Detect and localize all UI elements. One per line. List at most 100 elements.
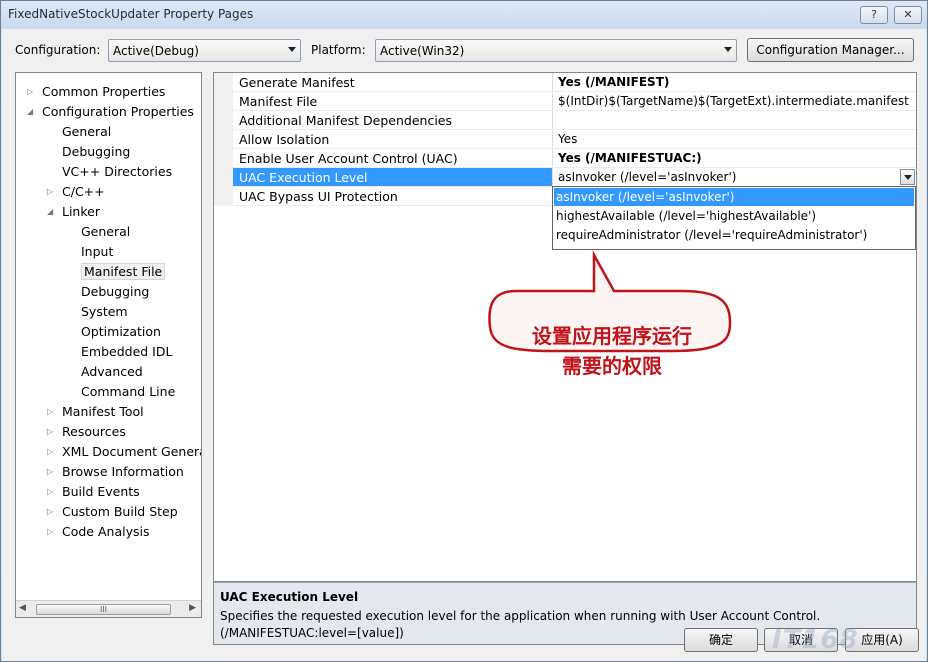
row-gutter <box>214 73 233 92</box>
collapsed-arrow-icon[interactable]: ▷ <box>47 522 53 541</box>
tree-item-label: Browse Information <box>62 464 184 479</box>
tree-item[interactable]: General <box>62 122 111 141</box>
tree-item[interactable]: ▷ Custom Build Step <box>47 502 178 521</box>
tree-item-label: Advanced <box>81 364 143 379</box>
property-row[interactable]: Generate Manifest Yes (/MANIFEST) <box>214 73 916 92</box>
collapsed-arrow-icon[interactable]: ▷ <box>47 462 53 481</box>
tree-item[interactable]: Input <box>81 242 113 261</box>
title-bar: FixedNativeStockUpdater Property Pages ?… <box>1 1 927 29</box>
column-divider <box>552 168 553 187</box>
close-button[interactable]: ✕ <box>894 6 922 24</box>
property-name: Allow Isolation <box>239 132 330 147</box>
tree-item-label: XML Document Generat <box>62 444 202 459</box>
column-divider <box>552 92 553 111</box>
scroll-thumb[interactable]: III <box>36 604 171 615</box>
property-row[interactable]: Allow Isolation Yes <box>214 130 916 149</box>
property-value[interactable]: $(IntDir)$(TargetName)$(TargetExt).inter… <box>558 94 909 108</box>
dropdown-option[interactable]: asInvoker (/level='asInvoker') <box>553 187 915 207</box>
collapsed-arrow-icon[interactable]: ▷ <box>47 442 53 461</box>
tree-item[interactable]: VC++ Directories <box>62 162 172 181</box>
tree-item[interactable]: Advanced <box>81 362 143 381</box>
description-title: UAC Execution Level <box>220 590 359 604</box>
scroll-left-arrow-icon[interactable]: ◀ <box>19 603 26 613</box>
column-divider <box>552 149 553 168</box>
tree-item-label: Optimization <box>81 324 161 339</box>
tree-item-label: Code Analysis <box>62 524 150 539</box>
dropdown-option[interactable]: requireAdministrator (/level='requireAdm… <box>554 226 914 244</box>
dropdown-option[interactable]: highestAvailable (/level='highestAvailab… <box>554 207 914 225</box>
row-divider <box>233 148 916 149</box>
property-row[interactable]: Manifest File $(IntDir)$(TargetName)$(Tar… <box>214 92 916 111</box>
tree-item-label: Command Line <box>81 384 176 399</box>
tree-item-label: Embedded IDL <box>81 344 173 359</box>
property-row[interactable]: UAC Execution Level asInvoker (/level='as… <box>214 168 916 187</box>
tree-item[interactable]: ▷ XML Document Generat <box>47 442 202 461</box>
callout-line-1: 设置应用程序运行 <box>532 324 692 348</box>
property-name: Additional Manifest Dependencies <box>239 113 453 128</box>
collapsed-arrow-icon[interactable]: ▷ <box>47 422 53 441</box>
configuration-select[interactable]: Active(Debug) <box>108 39 301 62</box>
value-dropdown-button[interactable] <box>900 169 915 185</box>
row-gutter <box>214 149 233 168</box>
tree-item-label: Debugging <box>81 284 150 299</box>
tree-item[interactable]: ▷ Resources <box>47 422 126 441</box>
property-name: Enable User Account Control (UAC) <box>239 151 458 166</box>
tree-item[interactable]: Debugging <box>81 282 149 301</box>
chevron-down-icon <box>288 47 296 52</box>
property-value[interactable]: Yes (/MANIFEST) <box>558 75 669 89</box>
tree-item-label: Custom Build Step <box>62 504 178 519</box>
tree-item[interactable]: ▷ Common Properties <box>27 82 165 101</box>
tree-item[interactable]: Embedded IDL <box>81 342 172 361</box>
property-tree[interactable]: ◀ III ▶ ▷ Common Properties ◢ Configuration… <box>15 72 202 618</box>
row-divider <box>233 129 916 130</box>
chevron-down-icon <box>724 47 732 52</box>
row-divider <box>233 167 916 168</box>
collapsed-arrow-icon[interactable]: ▷ <box>47 182 53 201</box>
row-divider <box>233 91 916 92</box>
property-row[interactable]: Additional Manifest Dependencies <box>214 111 916 130</box>
tree-item[interactable]: Manifest File <box>81 262 166 281</box>
collapsed-arrow-icon[interactable]: ▷ <box>47 402 53 421</box>
tree-item[interactable]: Debugging <box>62 142 130 161</box>
property-name: Manifest File <box>239 94 318 109</box>
tree-item[interactable]: Command Line <box>81 382 175 401</box>
expanded-arrow-icon[interactable]: ◢ <box>27 102 33 121</box>
tree-item-label: System <box>81 304 128 319</box>
property-row[interactable]: Enable User Account Control (UAC) Yes (/M… <box>214 149 916 168</box>
tree-item-label: Manifest File <box>81 263 166 280</box>
configuration-value: Active(Debug) <box>113 44 199 58</box>
tree-horizontal-scrollbar[interactable]: ◀ III ▶ <box>16 600 201 617</box>
scroll-right-arrow-icon[interactable]: ▶ <box>189 603 196 613</box>
tree-item[interactable]: ▷ Code Analysis <box>47 522 150 541</box>
tree-item[interactable]: ◢ Configuration Properties <box>27 102 194 121</box>
tree-item-label: Debugging <box>62 144 131 159</box>
uac-level-dropdown-list[interactable]: asInvoker (/level='asInvoker') highestAv… <box>552 186 916 250</box>
tree-item[interactable]: Optimization <box>81 322 161 341</box>
platform-value: Active(Win32) <box>380 44 465 58</box>
tree-item[interactable]: ◢ Linker <box>47 202 100 221</box>
callout-text: 设置应用程序运行 需要的权限 <box>500 321 724 381</box>
tree-item[interactable]: ▷ Build Events <box>47 482 140 501</box>
property-value[interactable]: Yes (/MANIFESTUAC:) <box>558 151 702 165</box>
tree-item-label: Manifest Tool <box>62 404 144 419</box>
platform-label: Platform: <box>311 43 366 57</box>
tree-item[interactable]: ▷ Browse Information <box>47 462 184 481</box>
tree-item[interactable]: System <box>81 302 128 321</box>
row-gutter <box>214 111 233 130</box>
collapsed-arrow-icon[interactable]: ▷ <box>47 482 53 501</box>
expanded-arrow-icon[interactable]: ◢ <box>47 202 53 221</box>
tree-item-label: General <box>62 124 112 139</box>
tree-item[interactable]: ▷ Manifest Tool <box>47 402 144 421</box>
help-button[interactable]: ? <box>860 6 888 24</box>
configuration-manager-button[interactable]: Configuration Manager... <box>747 38 914 62</box>
collapsed-arrow-icon[interactable]: ▷ <box>47 502 53 521</box>
property-value[interactable]: asInvoker (/level='asInvoker') <box>558 170 736 184</box>
ok-button[interactable]: 确定 <box>684 628 758 652</box>
tree-item-label: Linker <box>62 204 100 219</box>
property-value[interactable]: Yes <box>558 132 577 146</box>
tree-item[interactable]: ▷ C/C++ <box>47 182 105 201</box>
collapsed-arrow-icon[interactable]: ▷ <box>27 82 33 101</box>
property-name: UAC Execution Level <box>239 170 368 185</box>
platform-select[interactable]: Active(Win32) <box>375 39 737 62</box>
tree-item[interactable]: General <box>81 222 130 241</box>
